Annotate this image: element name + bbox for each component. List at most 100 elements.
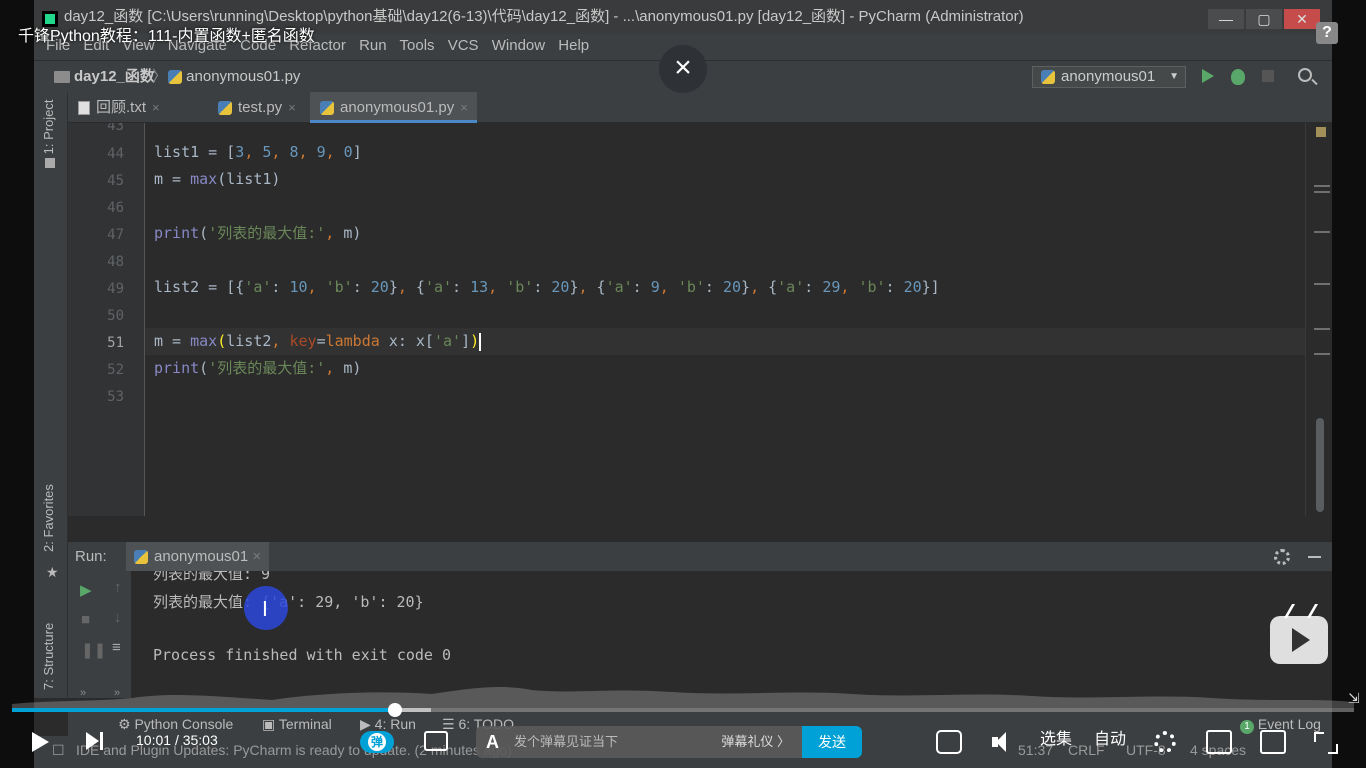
gear-icon[interactable]: [1274, 549, 1290, 565]
danmaku-toggle[interactable]: 弹: [360, 731, 394, 753]
chevron-down-icon: ▼: [1169, 71, 1179, 82]
code-editor[interactable]: 43 44 45 46 47 48 49 50 51 52 53 list1 =…: [68, 123, 1332, 516]
autoplay-button[interactable]: 自动: [1094, 724, 1126, 756]
soft-wrap-icon[interactable]: ≡: [112, 639, 121, 656]
play-icon[interactable]: [32, 732, 49, 752]
output-line: 列表的最大值: {'a': 29, 'b': 20}: [153, 593, 424, 611]
text-file-icon: [78, 101, 90, 116]
tab-close-icon[interactable]: ×: [288, 100, 296, 115]
editor-tab-bar: 回顾.txt × test.py × anonymous01.py ×: [68, 92, 1332, 123]
tv-cast-icon[interactable]: [936, 730, 962, 754]
tab-close-icon[interactable]: ×: [152, 100, 160, 115]
next-episode-icon[interactable]: [86, 732, 103, 750]
danmaku-etiquette-link[interactable]: 弹幕礼仪 〉: [721, 726, 790, 758]
run-output-console[interactable]: 列表的最大值: 9 列表的最大值: {'a': 29, 'b': 20} Pro…: [131, 571, 1332, 698]
close-window-button[interactable]: ✕: [1284, 9, 1320, 29]
structure-tool-tab[interactable]: 7: Structure: [41, 623, 56, 690]
menu-help[interactable]: Help: [558, 37, 589, 54]
line-number-current: 51: [107, 335, 124, 351]
favorites-tool-tab[interactable]: 2: Favorites: [41, 484, 56, 552]
error-stripe-mark: [1314, 191, 1330, 193]
python-console-icon: ⚙: [118, 716, 131, 732]
code-line-47: print('列表的最大值:', m): [154, 224, 362, 242]
line-number: 49: [107, 281, 124, 297]
error-stripe-mark: [1314, 283, 1330, 285]
menu-run[interactable]: Run: [359, 37, 387, 54]
video-progress-bar[interactable]: [12, 703, 1354, 717]
danmaku-off-icon[interactable]: [1206, 730, 1232, 754]
fullscreen-icon[interactable]: [1314, 732, 1338, 754]
time-total: 35:03: [182, 732, 218, 748]
run-panel-label: Run:: [75, 548, 107, 565]
tab-test-py[interactable]: test.py ×: [208, 92, 308, 123]
maximize-button[interactable]: ▢: [1246, 9, 1282, 29]
run-tab-close-icon[interactable]: ×: [252, 548, 261, 565]
player-settings-gear-icon[interactable]: [1154, 731, 1176, 753]
line-number: 48: [107, 254, 124, 270]
line-number: 46: [107, 200, 124, 216]
status-square-icon: ☐: [52, 742, 65, 758]
tab-label: 回顾.txt: [96, 99, 147, 116]
tv-play-icon[interactable]: [1270, 616, 1328, 664]
expand-arrow-icon[interactable]: ⇲: [1348, 690, 1360, 707]
breadcrumb-project[interactable]: day12_函数: [74, 61, 155, 93]
line-number: 50: [107, 308, 124, 324]
close-overlay-button[interactable]: ×: [659, 45, 707, 93]
python-file-icon: [134, 550, 148, 565]
output-line: 列表的最大值: 9: [153, 571, 271, 583]
run-config-label: anonymous01: [1061, 68, 1156, 85]
tab-label: test.py: [238, 99, 283, 116]
event-log-badge: 1: [1240, 720, 1254, 734]
menu-window[interactable]: Window: [492, 37, 545, 54]
stop-icon[interactable]: [1262, 70, 1274, 82]
run-tab-anonymous01[interactable]: anonymous01 ×: [126, 542, 270, 572]
code-line-51: m = max(list2, key=lambda x: x['a']): [154, 332, 482, 351]
text-caret: [479, 332, 482, 351]
editor-scrollbar[interactable]: [1305, 123, 1332, 516]
star-icon: ★: [46, 564, 59, 580]
run-icon: ▶: [360, 716, 371, 732]
font-style-icon[interactable]: A: [486, 726, 499, 758]
picture-in-picture-icon[interactable]: [1260, 730, 1286, 754]
energy-waveform: [12, 687, 1354, 708]
tab-close-icon[interactable]: ×: [460, 100, 468, 115]
line-number-gutter: 43 44 45 46 47 48 49 50 51 52 53: [68, 123, 145, 516]
stop-icon[interactable]: ■: [81, 611, 90, 628]
danmaku-settings-icon[interactable]: [424, 731, 448, 751]
help-icon[interactable]: ?: [1316, 22, 1338, 44]
pause-icon[interactable]: ❚❚: [81, 641, 106, 659]
menu-tools[interactable]: Tools: [400, 37, 435, 54]
error-stripe-mark: [1314, 328, 1330, 330]
episodes-button[interactable]: 选集: [1040, 724, 1072, 756]
time-current: 10:01: [136, 732, 172, 748]
breadcrumb-file[interactable]: anonymous01.py: [168, 61, 300, 93]
rerun-icon[interactable]: ▶: [80, 581, 92, 599]
error-stripe-mark: [1314, 185, 1330, 187]
send-danmaku-button[interactable]: 发送: [802, 726, 862, 758]
terminal-tab[interactable]: ▣ Terminal: [262, 712, 332, 736]
text-cursor-icon: I: [262, 597, 268, 621]
arrow-down-icon[interactable]: ↓: [114, 609, 122, 626]
run-tool-label: 4: Run: [374, 716, 416, 732]
project-tool-tab[interactable]: 1: Project: [41, 99, 56, 172]
scrollbar-thumb[interactable]: [1316, 418, 1324, 512]
structure-tool-tab-label: 7: Structure: [41, 622, 56, 690]
terminal-icon: ▣: [262, 716, 276, 732]
arrow-up-icon[interactable]: ↑: [114, 579, 122, 596]
minimize-button[interactable]: —: [1208, 9, 1244, 29]
tab-anonymous01-py[interactable]: anonymous01.py ×: [310, 92, 477, 123]
volume-icon[interactable]: [990, 730, 1016, 754]
time-display: 10:01 / 35:03: [136, 724, 218, 756]
run-panel-header: Run: anonymous01 ×: [68, 541, 1332, 572]
line-number: 47: [107, 227, 124, 243]
menu-vcs[interactable]: VCS: [448, 37, 479, 54]
tab-review-txt[interactable]: 回顾.txt ×: [68, 92, 168, 123]
search-icon[interactable]: [1298, 68, 1312, 82]
run-config-dropdown[interactable]: anonymous01 ▼: [1032, 66, 1186, 88]
danmaku-input[interactable]: A 发个弹幕见证当下 弹幕礼仪 〉: [476, 726, 802, 758]
warning-marker-icon: [1316, 127, 1326, 137]
hide-panel-icon[interactable]: [1308, 556, 1321, 558]
debug-bug-icon[interactable]: [1231, 69, 1245, 85]
pycharm-window: day12_函数 [C:\Users\running\Desktop\pytho…: [34, 0, 1332, 768]
run-icon[interactable]: [1202, 69, 1214, 83]
